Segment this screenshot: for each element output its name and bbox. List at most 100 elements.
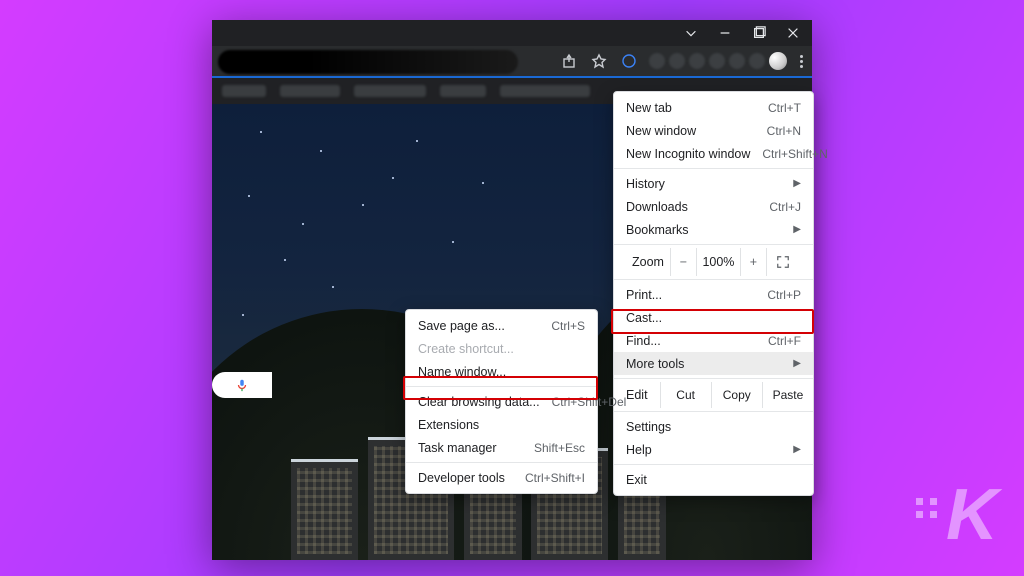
kebab-menu-icon[interactable]: [797, 52, 806, 71]
extension-blur-icon: [669, 53, 685, 69]
fullscreen-icon[interactable]: [766, 248, 800, 276]
menu-label: Help: [626, 443, 793, 457]
bookmark-blur[interactable]: [440, 85, 486, 97]
menu-item-more-tools[interactable]: More tools ▶: [614, 352, 813, 375]
star-icon[interactable]: [589, 51, 609, 71]
menu-shortcut: Ctrl+P: [767, 288, 801, 302]
extension-blur-icon: [729, 53, 745, 69]
zoom-out-button[interactable]: −: [670, 248, 696, 276]
menu-item-cast[interactable]: Cast...: [614, 306, 813, 329]
menu-label: Extensions: [418, 418, 585, 432]
menu-item-new-tab[interactable]: New tab Ctrl+T: [614, 96, 813, 119]
menu-label: Name window...: [418, 365, 585, 379]
share-icon[interactable]: [559, 51, 579, 71]
watermark-dots-icon: [916, 498, 938, 518]
menu-separator: [614, 378, 813, 379]
menu-shortcut: Ctrl+T: [768, 101, 801, 115]
menu-label: New window: [626, 124, 755, 138]
menu-item-exit[interactable]: Exit: [614, 468, 813, 491]
address-bar-blurred[interactable]: [218, 50, 518, 74]
menu-label: Find...: [626, 334, 756, 348]
profile-avatar-icon[interactable]: [769, 52, 787, 70]
menu-item-print[interactable]: Print... Ctrl+P: [614, 283, 813, 306]
voice-search-button[interactable]: [212, 372, 272, 398]
menu-item-find[interactable]: Find... Ctrl+F: [614, 329, 813, 352]
submenu-item-clear-browsing-data[interactable]: Clear browsing data... Ctrl+Shift+Del: [406, 390, 597, 413]
extension-blur-icon: [749, 53, 765, 69]
submenu-arrow-icon: ▶: [793, 178, 801, 189]
menu-label: Cast...: [626, 311, 801, 325]
zoom-in-button[interactable]: +: [740, 248, 766, 276]
menu-label: More tools: [626, 357, 793, 371]
profile-ring-icon[interactable]: [619, 51, 639, 71]
zoom-percent: 100%: [696, 248, 740, 276]
submenu-item-save-page[interactable]: Save page as... Ctrl+S: [406, 314, 597, 337]
menu-separator: [406, 462, 597, 463]
bookmark-blur[interactable]: [500, 85, 590, 97]
menu-separator: [614, 244, 813, 245]
submenu-item-extensions[interactable]: Extensions: [406, 413, 597, 436]
submenu-item-developer-tools[interactable]: Developer tools Ctrl+Shift+I: [406, 466, 597, 489]
chrome-main-menu: New tab Ctrl+T New window Ctrl+N New Inc…: [613, 91, 814, 496]
menu-label: Developer tools: [418, 471, 513, 485]
menu-shortcut: Ctrl+N: [767, 124, 801, 138]
menu-label: Exit: [626, 473, 801, 487]
menu-label: Print...: [626, 288, 755, 302]
menu-shortcut: Ctrl+Shift+N: [762, 147, 827, 161]
extension-blur-icon: [689, 53, 705, 69]
menu-item-new-window[interactable]: New window Ctrl+N: [614, 119, 813, 142]
maximize-icon[interactable]: [750, 24, 768, 42]
bookmark-blur[interactable]: [280, 85, 340, 97]
submenu-item-name-window[interactable]: Name window...: [406, 360, 597, 383]
menu-shortcut: Ctrl+Shift+Del: [552, 395, 627, 409]
edit-copy-button[interactable]: Copy: [711, 382, 762, 408]
menu-label: Downloads: [626, 200, 757, 214]
menu-separator: [614, 411, 813, 412]
menu-label: Clear browsing data...: [418, 395, 540, 409]
watermark-letter: K: [946, 475, 994, 555]
menu-label: Zoom: [620, 255, 670, 269]
chevron-down-icon[interactable]: [682, 24, 700, 42]
submenu-arrow-icon: ▶: [793, 224, 801, 235]
more-tools-submenu: Save page as... Ctrl+S Create shortcut..…: [405, 309, 598, 494]
submenu-arrow-icon: ▶: [793, 444, 801, 455]
menu-separator: [406, 386, 597, 387]
menu-item-settings[interactable]: Settings: [614, 415, 813, 438]
window-titlebar: [212, 20, 812, 46]
submenu-item-task-manager[interactable]: Task manager Shift+Esc: [406, 436, 597, 459]
menu-shortcut: Ctrl+Shift+I: [525, 471, 585, 485]
menu-separator: [614, 279, 813, 280]
close-icon[interactable]: [784, 24, 802, 42]
menu-label: Save page as...: [418, 319, 539, 333]
menu-shortcut: Ctrl+J: [769, 200, 801, 214]
menu-label: Create shortcut...: [418, 342, 585, 356]
edit-cut-button[interactable]: Cut: [660, 382, 711, 408]
menu-label: History: [626, 177, 793, 191]
menu-item-zoom: Zoom − 100% +: [614, 248, 813, 276]
watermark-logo: K: [946, 474, 994, 556]
menu-item-new-incognito[interactable]: New Incognito window Ctrl+Shift+N: [614, 142, 813, 165]
menu-label: New tab: [626, 101, 756, 115]
menu-separator: [614, 168, 813, 169]
menu-item-bookmarks[interactable]: Bookmarks ▶: [614, 218, 813, 241]
extension-blur-icon: [709, 53, 725, 69]
menu-shortcut: Ctrl+S: [551, 319, 585, 333]
menu-item-help[interactable]: Help ▶: [614, 438, 813, 461]
menu-item-history[interactable]: History ▶: [614, 172, 813, 195]
menu-item-downloads[interactable]: Downloads Ctrl+J: [614, 195, 813, 218]
menu-shortcut: Shift+Esc: [534, 441, 585, 455]
bookmark-blur[interactable]: [354, 85, 426, 97]
menu-label: New Incognito window: [626, 147, 750, 161]
menu-label: Bookmarks: [626, 223, 793, 237]
minimize-icon[interactable]: [716, 24, 734, 42]
menu-label: Task manager: [418, 441, 522, 455]
edit-paste-button[interactable]: Paste: [762, 382, 813, 408]
menu-shortcut: Ctrl+F: [768, 334, 801, 348]
menu-separator: [614, 464, 813, 465]
bookmark-blur[interactable]: [222, 85, 266, 97]
extension-icons: [649, 52, 787, 70]
extension-blur-icon: [649, 53, 665, 69]
submenu-item-create-shortcut: Create shortcut...: [406, 337, 597, 360]
menu-label: Settings: [626, 420, 801, 434]
menu-item-edit: Edit Cut Copy Paste: [614, 382, 813, 408]
